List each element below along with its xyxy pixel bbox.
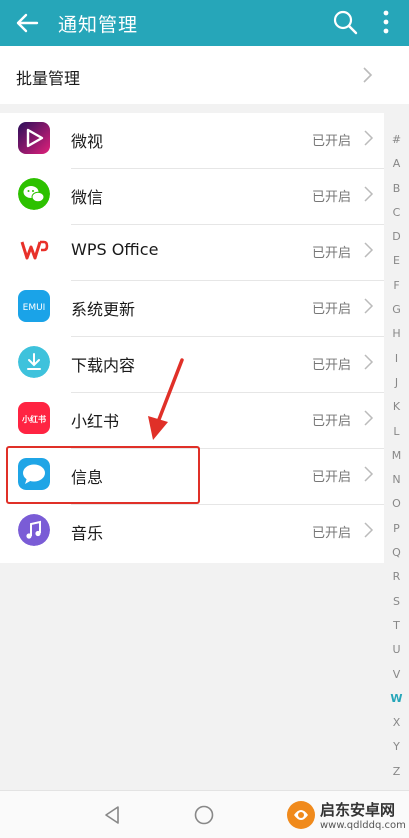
app-name: 系统更新 (71, 300, 136, 319)
wps-office-app-icon (18, 234, 50, 266)
status-text: 已开启 (312, 190, 352, 205)
index-letter[interactable]: B (384, 177, 409, 201)
watermark-title: 启东安卓网 (320, 801, 396, 819)
chevron-right-icon (364, 298, 374, 314)
svg-text:小红书: 小红书 (21, 414, 46, 424)
index-letter[interactable]: # (384, 128, 409, 152)
index-letter[interactable]: X (384, 711, 409, 735)
index-letter[interactable]: N (384, 468, 409, 492)
svg-text:EMUI: EMUI (23, 303, 46, 313)
index-letter[interactable]: V (384, 663, 409, 687)
index-letter[interactable]: Z (384, 760, 409, 784)
download-app-icon (18, 346, 50, 378)
alphabet-index[interactable]: # A B C D E F G H I J K L M N O P Q R S T U V W X Y Z (384, 128, 409, 784)
chevron-right-icon (363, 67, 373, 83)
index-letter[interactable]: K (384, 395, 409, 419)
index-letter[interactable]: G (384, 298, 409, 322)
chevron-right-icon (364, 410, 374, 426)
index-letter[interactable]: T (384, 614, 409, 638)
index-letter[interactable]: S (384, 590, 409, 614)
status-text: 已开启 (312, 470, 352, 485)
batch-manage-row[interactable]: 批量管理 (0, 46, 409, 104)
watermark: 启东安卓网 www.qdlddq.com (280, 798, 409, 838)
status-text: 已开启 (312, 414, 352, 429)
index-letter[interactable]: H (384, 322, 409, 346)
more-vertical-icon[interactable] (376, 7, 396, 37)
page-title: 通知管理 (58, 14, 139, 36)
emui-system-update-icon: EMUI (18, 290, 50, 322)
batch-manage-label: 批量管理 (16, 69, 81, 88)
index-letter[interactable]: P (384, 517, 409, 541)
index-letter[interactable]: I (384, 347, 409, 371)
status-text: 已开启 (312, 246, 352, 261)
list-item-weishi[interactable]: 微视 已开启 (0, 113, 384, 169)
list-item-xiaohongshu[interactable]: 小红书 小红书 已开启 (0, 393, 384, 449)
back-arrow-icon[interactable] (12, 8, 42, 38)
app-bar: 通知管理 (0, 0, 409, 46)
nav-back-icon[interactable] (100, 803, 124, 827)
list-item-downloads[interactable]: 下载内容 已开启 (0, 337, 384, 393)
status-text: 已开启 (312, 526, 352, 541)
watermark-logo-icon (287, 801, 315, 829)
index-letter[interactable]: O (384, 492, 409, 516)
watermark-url: www.qdlddq.com (320, 820, 406, 831)
app-name: 微信 (71, 188, 104, 207)
app-name: 微视 (71, 132, 104, 151)
app-name: 音乐 (71, 524, 104, 543)
chevron-right-icon (364, 466, 374, 482)
index-letter[interactable]: D (384, 225, 409, 249)
list-item-system-update[interactable]: EMUI 系统更新 已开启 (0, 281, 384, 337)
index-letter[interactable]: J (384, 371, 409, 395)
chevron-right-icon (364, 522, 374, 538)
music-app-icon (18, 514, 50, 546)
status-text: 已开启 (312, 134, 352, 149)
index-letter[interactable]: F (384, 274, 409, 298)
wechat-app-icon (18, 178, 50, 210)
status-text: 已开启 (312, 302, 352, 317)
red-arrow-annotation (148, 358, 184, 440)
index-letter[interactable]: R (384, 565, 409, 589)
app-name: 小红书 (71, 412, 120, 431)
index-letter[interactable]: C (384, 201, 409, 225)
search-icon[interactable] (330, 7, 360, 37)
index-letter[interactable]: E (384, 249, 409, 273)
index-letter[interactable]: A (384, 152, 409, 176)
status-text: 已开启 (312, 358, 352, 373)
chevron-right-icon (364, 130, 374, 146)
index-letter[interactable]: Q (384, 541, 409, 565)
index-letter[interactable]: Y (384, 735, 409, 759)
app-name: 下载内容 (71, 356, 136, 375)
highlight-box (6, 446, 200, 504)
index-letter[interactable]: L (384, 420, 409, 444)
xiaohongshu-app-icon: 小红书 (18, 402, 50, 434)
chevron-right-icon (364, 354, 374, 370)
list-item-music[interactable]: 音乐 已开启 (0, 505, 384, 561)
index-letter[interactable]: W (384, 687, 409, 711)
list-item-wps-office[interactable]: WPS Office 已开启 (0, 225, 384, 281)
list-item-wechat[interactable]: 微信 已开启 (0, 169, 384, 225)
chevron-right-icon (364, 242, 374, 258)
index-letter[interactable]: M (384, 444, 409, 468)
weishi-app-icon (18, 122, 50, 154)
nav-home-icon[interactable] (192, 803, 216, 827)
chevron-right-icon (364, 186, 374, 202)
app-name: WPS Office (71, 240, 159, 259)
index-letter[interactable]: U (384, 638, 409, 662)
